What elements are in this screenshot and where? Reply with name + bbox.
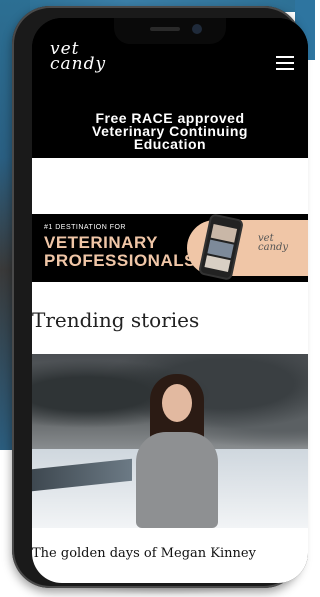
ad-title: VETERINARY PROFESSIONALS bbox=[44, 234, 196, 270]
phone-notch bbox=[114, 18, 226, 44]
advertisement-banner[interactable]: #1 DESTINATION FOR VETERINARY PROFESSION… bbox=[32, 213, 308, 282]
speaker-icon bbox=[150, 27, 180, 31]
ad-logo: vet candy bbox=[258, 234, 289, 253]
camera-icon bbox=[192, 24, 202, 34]
site-logo[interactable]: vet candy bbox=[50, 41, 107, 74]
story-image[interactable] bbox=[32, 354, 308, 528]
menu-bar bbox=[276, 56, 294, 58]
smartphone-frame: vet candy Free RACE approved Veterinary … bbox=[12, 6, 308, 588]
hamburger-menu-icon[interactable] bbox=[276, 56, 294, 70]
announcement-banner[interactable]: Free RACE approved Veterinary Continuing… bbox=[32, 104, 308, 158]
banner-line-3: Education bbox=[133, 136, 207, 152]
menu-bar bbox=[276, 62, 294, 64]
person-face bbox=[162, 384, 192, 422]
ad-title-line-1: VETERINARY bbox=[44, 233, 158, 252]
logo-line-2: candy bbox=[50, 54, 107, 74]
ad-kicker: #1 DESTINATION FOR bbox=[44, 224, 126, 231]
ad-logo-line-2: candy bbox=[258, 242, 289, 253]
phone-screen: vet candy Free RACE approved Veterinary … bbox=[32, 18, 308, 583]
story-title-link[interactable]: The golden days of Megan Kinney bbox=[32, 546, 256, 561]
menu-bar bbox=[276, 68, 294, 70]
ad-phone-screen-tile bbox=[204, 255, 231, 272]
ad-title-line-2: PROFESSIONALS bbox=[44, 251, 196, 270]
page-content: #1 DESTINATION FOR VETERINARY PROFESSION… bbox=[32, 158, 308, 583]
section-title: Trending stories bbox=[32, 308, 200, 332]
person-body bbox=[136, 432, 218, 528]
